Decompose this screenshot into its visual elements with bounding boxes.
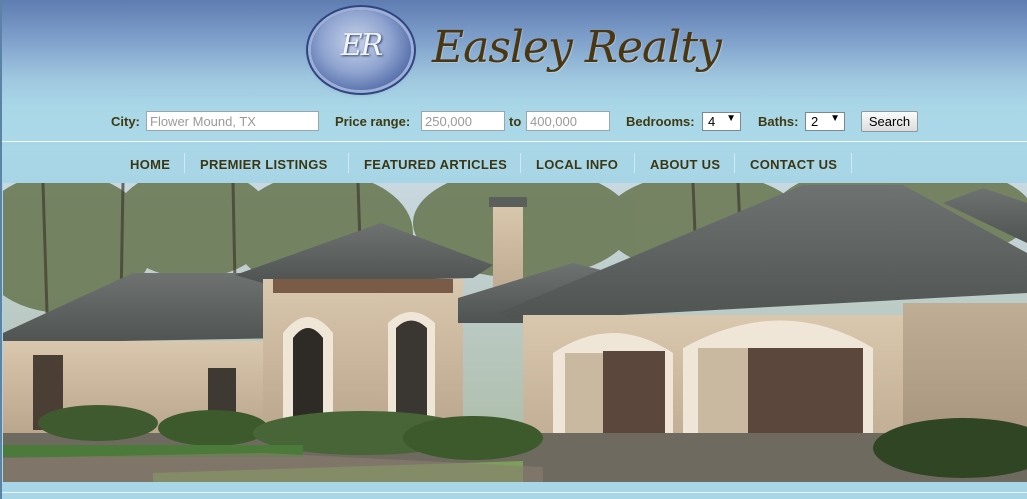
baths-select[interactable]: 2 ▼ (805, 112, 845, 131)
chevron-down-icon: ▼ (830, 113, 840, 124)
site-header: ER Easley Realty City: Price range: to B… (0, 0, 1027, 142)
bedrooms-value: 4 (708, 114, 716, 129)
site-brand-name[interactable]: Easley Realty (432, 22, 722, 73)
nav-home[interactable]: HOME (130, 157, 170, 172)
price-max-input[interactable] (526, 111, 610, 131)
search-button[interactable]: Search (861, 111, 918, 132)
city-label: City: (111, 114, 140, 129)
baths-value: 2 (811, 114, 819, 129)
logo-initials: ER (340, 28, 384, 63)
baths-label: Baths: (758, 114, 799, 129)
price-range-label: Price range: (335, 114, 411, 129)
bedrooms-select[interactable]: 4 ▼ (702, 112, 741, 131)
nav-separator (851, 153, 852, 173)
main-nav: HOME PREMIER LISTINGS FEATURED ARTICLES … (0, 145, 1027, 183)
nav-about-us[interactable]: ABOUT US (650, 157, 720, 172)
nav-featured-articles[interactable]: FEATURED ARTICLES (364, 157, 507, 172)
price-to-label: to (509, 114, 522, 129)
nav-local-info[interactable]: LOCAL INFO (536, 157, 618, 172)
nav-separator (634, 153, 635, 173)
footer-divider (2, 492, 1027, 493)
nav-separator (184, 153, 185, 173)
nav-premier-listings[interactable]: PREMIER LISTINGS (200, 157, 328, 172)
chevron-down-icon: ▼ (726, 113, 736, 124)
nav-separator (520, 153, 521, 173)
nav-contact-us[interactable]: CONTACT US (750, 157, 837, 172)
search-bar: City: Price range: to Bedrooms: 4 ▼ Bath… (0, 110, 1027, 134)
price-min-input[interactable] (421, 111, 505, 131)
nav-separator (734, 153, 735, 173)
bedrooms-label: Bedrooms: (626, 114, 695, 129)
hero-house-photo (3, 183, 1027, 482)
nav-top-divider (2, 141, 1027, 142)
city-input[interactable] (146, 111, 319, 131)
nav-separator (348, 153, 349, 173)
footer-band (0, 482, 1027, 499)
